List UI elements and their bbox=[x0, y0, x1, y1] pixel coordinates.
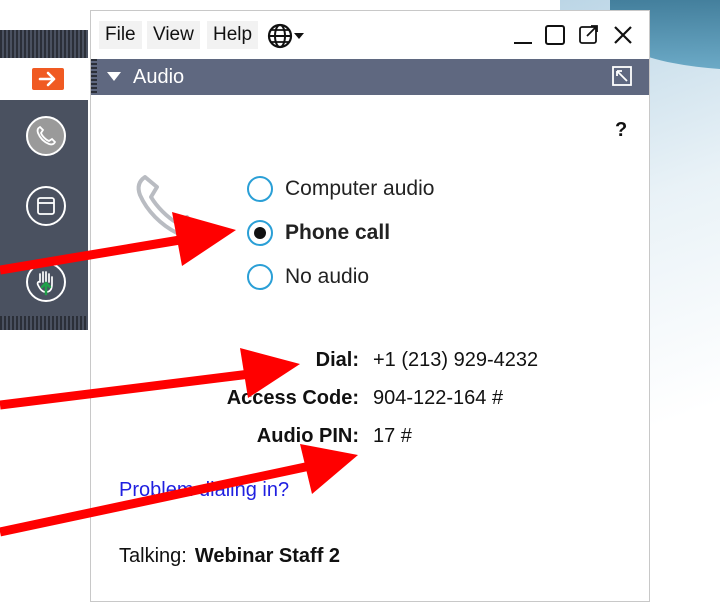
talking-name: Webinar Staff 2 bbox=[194, 545, 341, 567]
problem-dialing-link[interactable]: Problem dialing in? bbox=[119, 479, 289, 502]
globe-icon bbox=[267, 23, 293, 49]
collapse-triangle-icon[interactable] bbox=[107, 72, 121, 81]
popout-window-icon[interactable] bbox=[577, 23, 601, 47]
header-grip[interactable] bbox=[91, 59, 97, 95]
menu-file[interactable]: File bbox=[99, 21, 142, 49]
radio-no-audio[interactable]: No audio bbox=[247, 261, 369, 293]
access-code-label: Access Code: bbox=[226, 387, 359, 409]
strip-top bbox=[0, 0, 88, 30]
radio-button-selected[interactable] bbox=[247, 220, 273, 246]
phone-icon bbox=[131, 171, 211, 246]
language-menu[interactable] bbox=[267, 23, 305, 49]
dial-value: +1 (213) 929-4232 bbox=[373, 349, 539, 371]
dial-label: Dial: bbox=[315, 349, 359, 371]
radio-label: Phone call bbox=[285, 221, 391, 244]
phone-icon bbox=[36, 125, 57, 146]
audio-pin-label: Audio PIN: bbox=[256, 425, 359, 447]
strip-grip-top[interactable] bbox=[0, 30, 88, 58]
raise-hand-icon bbox=[36, 271, 53, 296]
radio-button[interactable] bbox=[247, 176, 273, 202]
strip-grip-bottom[interactable] bbox=[0, 316, 88, 330]
minimize-icon[interactable] bbox=[511, 23, 535, 47]
dial-row: Dial: +1 (213) 929-4232 bbox=[91, 345, 649, 375]
menu-bar: File View Help bbox=[91, 11, 649, 59]
phone-button[interactable] bbox=[26, 116, 66, 156]
help-button[interactable]: ? bbox=[615, 119, 627, 142]
window-icon bbox=[37, 197, 55, 215]
menu-view[interactable]: View bbox=[147, 21, 200, 49]
raise-hand-button[interactable] bbox=[26, 262, 66, 302]
audio-pin-row: Audio PIN: 17 # bbox=[91, 421, 649, 451]
arrow-right-icon[interactable] bbox=[32, 68, 64, 90]
access-code-row: Access Code: 904-122-164 # bbox=[91, 383, 649, 413]
radio-label: Computer audio bbox=[285, 177, 435, 200]
radio-computer-audio[interactable]: Computer audio bbox=[247, 173, 434, 205]
access-code-value: 904-122-164 # bbox=[373, 387, 504, 409]
popout-icon[interactable] bbox=[611, 65, 633, 92]
talking-label: Talking: bbox=[119, 545, 187, 567]
audio-section-header[interactable]: Audio bbox=[91, 59, 649, 95]
radio-phone-call[interactable]: Phone call bbox=[247, 217, 390, 249]
radio-label: No audio bbox=[285, 265, 370, 288]
audio-title: Audio bbox=[133, 66, 185, 88]
radio-dot bbox=[254, 227, 266, 239]
chevron-down-icon bbox=[294, 33, 304, 39]
audio-pin-value: 17 # bbox=[373, 425, 412, 447]
maximize-icon[interactable] bbox=[543, 23, 567, 47]
window-button[interactable] bbox=[26, 186, 66, 226]
menu-help[interactable]: Help bbox=[207, 21, 259, 49]
talking-indicator: Talking: Webinar Staff 2 bbox=[119, 545, 340, 568]
close-icon[interactable] bbox=[611, 23, 635, 47]
audio-panel-window: File View Help Audio ? Computer audio Ph… bbox=[90, 10, 650, 602]
radio-button[interactable] bbox=[247, 264, 273, 290]
